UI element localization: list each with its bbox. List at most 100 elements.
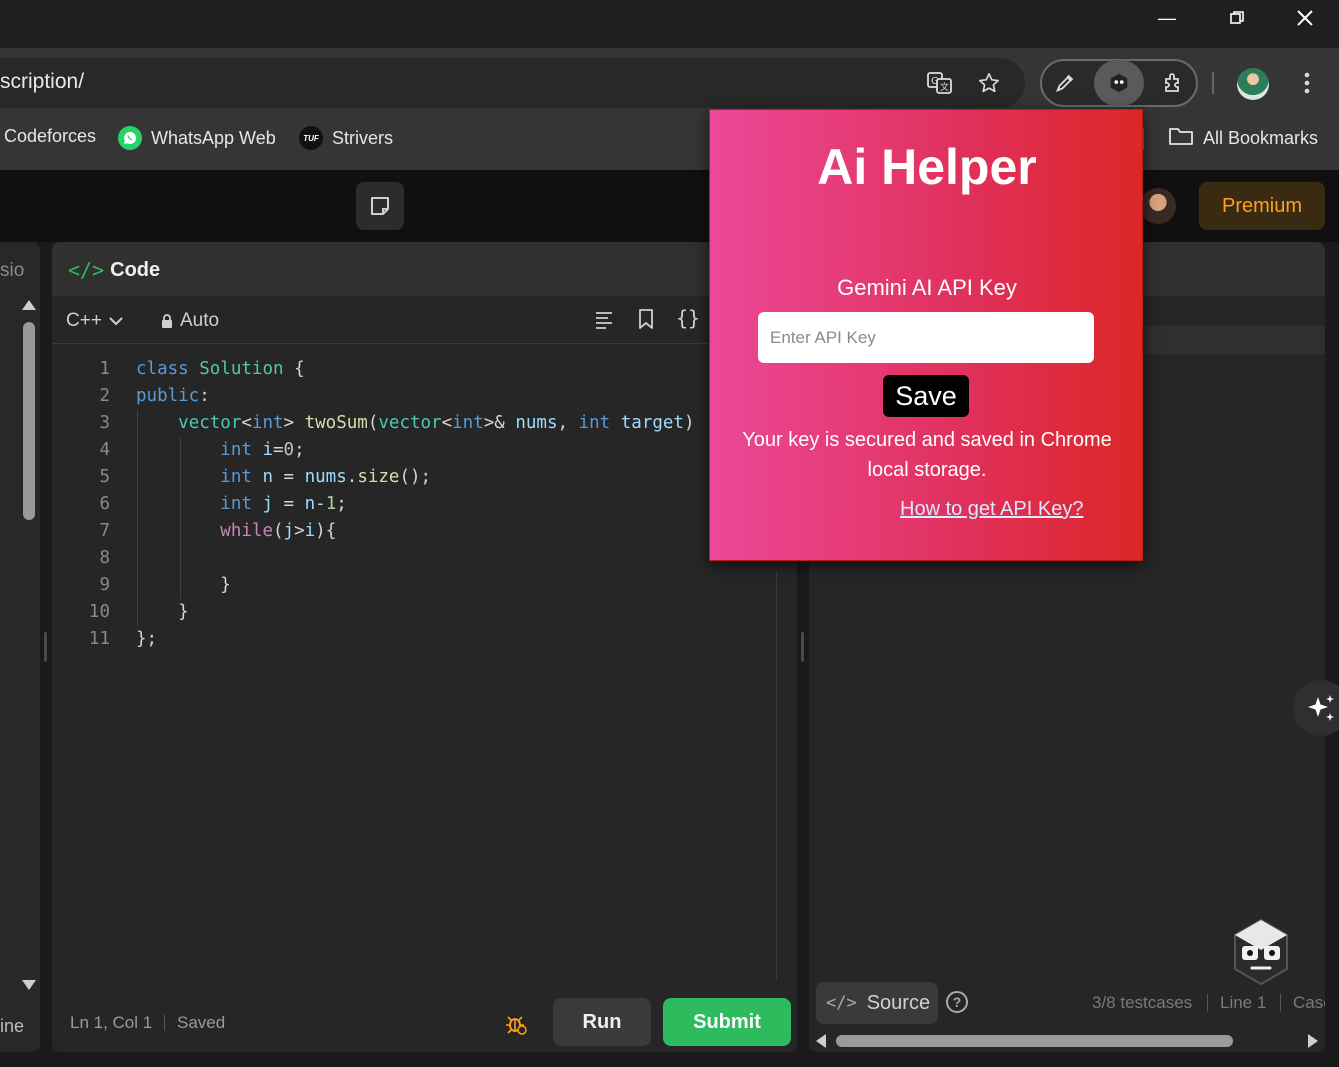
code-panel-header (52, 242, 797, 296)
source-button[interactable]: </> Source (816, 982, 938, 1024)
code-title-label: Code (110, 258, 161, 281)
submit-button[interactable]: Submit (663, 998, 791, 1046)
code-brackets-icon: </> (68, 258, 105, 282)
status-divider (1207, 994, 1208, 1012)
left-tab-fragment[interactable]: sio (0, 260, 24, 282)
line-number: 10 (88, 602, 110, 622)
save-status: Saved (177, 1013, 226, 1032)
bookmark-star-icon[interactable] (969, 63, 1009, 103)
run-button[interactable]: Run (553, 998, 651, 1046)
code-line[interactable]: 6 int j = n-1; (52, 491, 797, 518)
minimize-icon[interactable]: — (1132, 0, 1202, 36)
note-icon (371, 197, 389, 215)
profile-avatar[interactable] (1237, 68, 1269, 100)
code-line[interactable]: 9 } (52, 572, 797, 599)
all-bookmarks[interactable]: All Bookmarks (1168, 126, 1318, 151)
format-icon[interactable] (593, 308, 615, 335)
scroll-thumb[interactable] (23, 322, 35, 520)
language-select[interactable]: C++ (66, 310, 124, 332)
eyedropper-icon[interactable] (1045, 63, 1085, 103)
code-line[interactable]: 2 public: (52, 383, 797, 410)
line-number: 7 (99, 521, 110, 541)
api-key-help-link[interactable]: How to get API Key? (900, 498, 1083, 521)
help-icon[interactable]: ? (946, 991, 968, 1013)
code-line[interactable]: 10 } (52, 599, 797, 626)
scroll-right-icon[interactable] (1308, 1034, 1318, 1048)
bookmark-strivers[interactable]: TUF Strivers (299, 126, 393, 150)
left-scrollbar[interactable] (22, 300, 36, 1000)
scroll-left-icon[interactable] (816, 1034, 826, 1048)
testcases-count: 3/8 testcases (1092, 993, 1193, 1012)
mode-label: Auto (180, 310, 220, 331)
code-line[interactable]: 4 int i=0; (52, 437, 797, 464)
status-divider (164, 1015, 165, 1031)
line-number: 11 (88, 629, 110, 649)
code-icon: </> (826, 993, 857, 1013)
code-line[interactable]: 11}; (52, 626, 797, 653)
line-number: 9 (99, 575, 110, 595)
mode-select[interactable]: Auto (160, 310, 219, 332)
ai-helper-robot-icon[interactable] (1232, 918, 1290, 986)
bookmark-codeforces[interactable]: Codeforces (4, 126, 96, 147)
code-line[interactable]: 1 class Solution { (52, 356, 797, 383)
bookmark-label: Codeforces (4, 126, 97, 146)
user-avatar[interactable] (1140, 188, 1176, 224)
horizontal-scroll-thumb[interactable] (836, 1035, 1233, 1047)
line-number: 4 (99, 440, 110, 460)
left-resize-handle[interactable] (44, 632, 47, 662)
address-bar[interactable] (0, 58, 1025, 108)
cursor-position: Ln 1, Col 1 (70, 1013, 153, 1032)
premium-button[interactable]: Premium (1199, 182, 1325, 230)
bookmark-label: Strivers (332, 127, 394, 148)
scroll-up-icon[interactable] (22, 300, 36, 310)
braces-icon[interactable]: {} (676, 306, 700, 330)
api-key-label: Gemini AI API Key (837, 275, 1017, 300)
bookmark-icon[interactable] (636, 308, 656, 335)
notes-button[interactable] (356, 182, 404, 230)
line-number: 5 (99, 467, 110, 487)
storage-note: Your key is secured and saved in Chrome … (742, 429, 1112, 481)
menu-dots-icon[interactable] (1287, 63, 1327, 103)
bookmark-whatsapp[interactable]: WhatsApp Web (118, 126, 276, 150)
all-bookmarks-label: All Bookmarks (1203, 128, 1319, 148)
debug-icon[interactable] (504, 1012, 528, 1041)
center-resize-handle[interactable] (801, 632, 804, 662)
left-footer-fragment: ine (0, 1016, 25, 1036)
line-number: 3 (99, 413, 110, 433)
editor-ruler (776, 572, 777, 980)
svg-text:文: 文 (940, 81, 949, 93)
chevron-down-icon (109, 317, 123, 326)
language-label: C++ (66, 310, 102, 331)
ai-helper-extension-icon[interactable] (1094, 60, 1144, 106)
popup-title: Ai Helper (817, 139, 1037, 195)
line-number: 2 (99, 386, 110, 406)
folder-icon (1168, 126, 1194, 151)
line-number: 8 (99, 548, 110, 568)
indent-guide (180, 437, 181, 599)
translate-icon[interactable]: G文 (920, 63, 960, 103)
line-number: 6 (99, 494, 110, 514)
url-text[interactable]: scription/ (0, 70, 84, 94)
code-line[interactable]: 8 (52, 545, 797, 572)
close-icon[interactable] (1270, 0, 1339, 36)
line-number: 1 (99, 359, 110, 379)
lock-icon (162, 314, 172, 328)
save-button[interactable]: Save (883, 375, 969, 417)
source-label: Source (866, 991, 931, 1014)
whatsapp-icon (118, 126, 142, 150)
toolbar-divider (1212, 72, 1214, 94)
case-indicator: Case (1293, 993, 1325, 1012)
code-panel: </> Code C++ Auto {} 1 class Solution { 2… (52, 242, 797, 1052)
code-line[interactable]: 7 while(j>i){ (52, 518, 797, 545)
code-line[interactable]: 5 int n = nums.size(); (52, 464, 797, 491)
sparkle-icon (1308, 695, 1334, 721)
line-indicator: Line 1 (1220, 993, 1267, 1012)
code-line[interactable]: 3 vector<int> twoSum(vector<int>& nums, … (52, 410, 797, 437)
tuf-icon: TUF (299, 126, 323, 150)
bookmark-label: WhatsApp Web (151, 127, 276, 148)
api-key-input[interactable] (758, 312, 1094, 363)
scroll-down-icon[interactable] (22, 980, 36, 990)
restore-icon[interactable] (1202, 0, 1272, 36)
status-divider (1280, 994, 1281, 1012)
puzzle-icon[interactable] (1154, 63, 1194, 103)
